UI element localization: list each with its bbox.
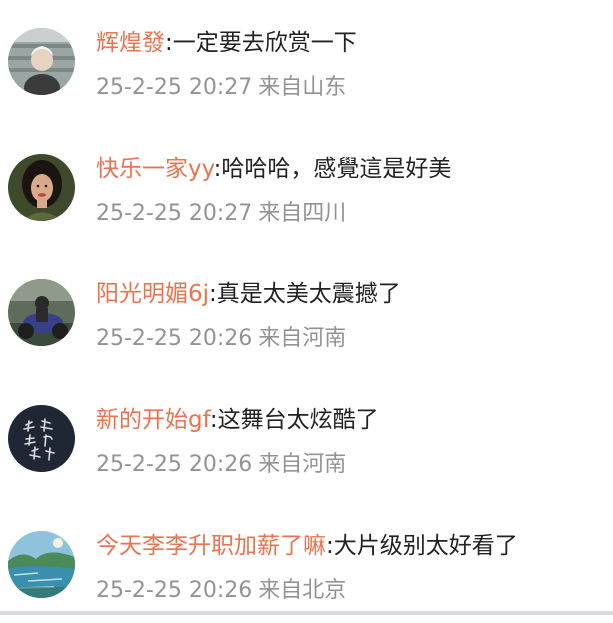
comment-separator: : — [326, 533, 334, 559]
comment-meta: 25-2-25 20:26 来自北京 — [96, 575, 346, 607]
comment-item: 阳光明媚6j:真是太美太震撼了 25-2-25 20:26 来自河南 — [0, 251, 613, 371]
comment-meta: 25-2-25 20:27 来自山东 — [96, 72, 346, 104]
comment-username[interactable]: 阳光明媚6j — [96, 281, 209, 307]
comment-line: 阳光明媚6j:真是太美太震撼了 — [96, 277, 401, 311]
comment-time: 25-2-25 20:27 — [96, 201, 253, 226]
comment-location: 来自北京 — [258, 578, 347, 603]
bottom-divider — [0, 611, 613, 615]
comment-line: 今天李李升职加薪了嘛:大片级别太好看了 — [96, 529, 518, 563]
comment-time: 25-2-25 20:26 — [96, 452, 253, 477]
woman-portrait-photo-avatar[interactable] — [8, 154, 75, 221]
comment-location: 来自四川 — [258, 201, 347, 226]
comment-time: 25-2-25 20:27 — [96, 75, 253, 100]
comment-time: 25-2-25 20:26 — [96, 326, 253, 351]
comment-username[interactable]: 辉煌發 — [96, 30, 165, 56]
comment-line: 快乐一家yy:哈哈哈，感覺這是好美 — [96, 152, 451, 186]
comment-text: 哈哈哈，感覺這是好美 — [221, 156, 452, 182]
comment-separator: : — [209, 407, 218, 433]
calligraphy-dark-avatar[interactable] — [8, 405, 75, 472]
comment-text: 大片级别太好看了 — [333, 533, 518, 559]
comment-location: 来自河南 — [258, 326, 347, 351]
elderly-person-photo-avatar[interactable] — [8, 28, 75, 95]
comment-item: 快乐一家yy:哈哈哈，感覺這是好美 25-2-25 20:27 来自四川 — [0, 126, 613, 246]
comment-separator: : — [209, 281, 217, 307]
comment-text: 真是太美太震撼了 — [216, 281, 401, 307]
comment-username[interactable]: 快乐一家yy — [96, 156, 214, 182]
comment-separator: : — [165, 30, 173, 56]
comment-text: 这舞台太炫酷了 — [217, 407, 379, 433]
comment-item: 今天李李升职加薪了嘛:大片级别太好看了 25-2-25 20:26 来自北京 — [0, 503, 613, 623]
landscape-lake-photo-avatar[interactable] — [8, 531, 75, 598]
comment-meta: 25-2-25 20:27 来自四川 — [96, 198, 346, 230]
comment-username[interactable]: 新的开始gf — [96, 407, 210, 433]
comment-meta: 25-2-25 20:26 来自河南 — [96, 449, 346, 481]
comment-username[interactable]: 今天李李升职加薪了嘛 — [96, 533, 326, 559]
comment-item: 新的开始gf:这舞台太炫酷了 25-2-25 20:26 来自河南 — [0, 377, 613, 497]
comment-item: 辉煌發:一定要去欣赏一下 25-2-25 20:27 来自山东 — [0, 0, 613, 120]
comment-location: 来自河南 — [258, 452, 347, 477]
comment-meta: 25-2-25 20:26 来自河南 — [96, 323, 346, 355]
comment-time: 25-2-25 20:26 — [96, 578, 253, 603]
motorcycle-rider-photo-avatar[interactable] — [8, 279, 75, 346]
comment-line: 新的开始gf:这舞台太炫酷了 — [96, 403, 379, 437]
comment-text: 一定要去欣赏一下 — [172, 30, 357, 56]
comment-location: 来自山东 — [258, 75, 347, 100]
comment-line: 辉煌發:一定要去欣赏一下 — [96, 26, 357, 60]
